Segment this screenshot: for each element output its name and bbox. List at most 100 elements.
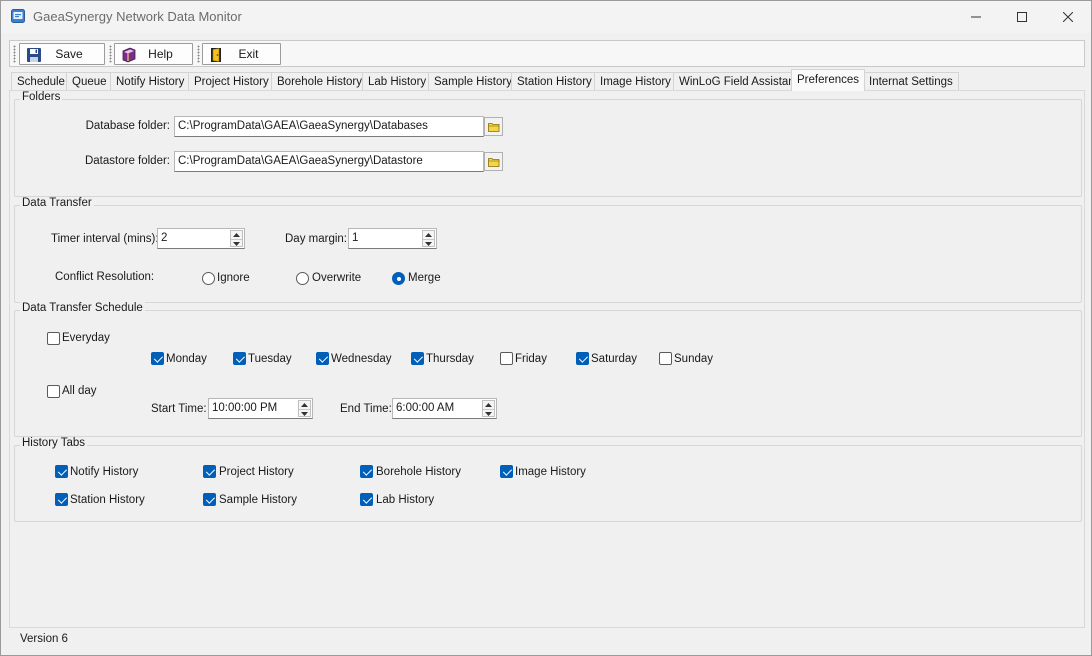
friday-label[interactable]: Friday xyxy=(515,353,547,365)
everyday-checkbox[interactable] xyxy=(47,332,60,345)
sample-history-label[interactable]: Sample History xyxy=(219,494,297,506)
close-icon xyxy=(1063,12,1073,22)
save-label: Save xyxy=(55,47,83,61)
all-day-label[interactable]: All day xyxy=(62,385,97,397)
datastore-folder-input[interactable]: C:\ProgramData\GAEA\GaeaSynergy\Datastor… xyxy=(174,151,484,172)
schedule-group: Data Transfer Schedule Everyday Monday T… xyxy=(14,302,1082,437)
tab-image-history[interactable]: Image History xyxy=(594,72,677,91)
merge-radio-label[interactable]: Merge xyxy=(408,272,441,284)
tab-notify-history[interactable]: Notify History xyxy=(110,72,191,91)
folder-icon xyxy=(487,157,499,167)
thursday-checkbox[interactable] xyxy=(411,352,424,365)
wednesday-label[interactable]: Wednesday xyxy=(331,353,392,365)
maximize-button[interactable] xyxy=(999,1,1045,33)
spin-down-icon xyxy=(425,241,432,246)
lab-history-checkbox[interactable] xyxy=(360,493,373,506)
end-time-label: End Time: xyxy=(340,403,392,415)
tab-preferences[interactable]: Preferences xyxy=(791,69,866,91)
project-history-checkbox[interactable] xyxy=(203,465,216,478)
tab-strip: Schedule Queue Notify History Project Hi… xyxy=(11,69,1091,91)
tuesday-checkbox[interactable] xyxy=(233,352,246,365)
spin-arrows[interactable] xyxy=(298,400,311,417)
monday-checkbox[interactable] xyxy=(151,352,164,365)
timer-interval-label: Timer interval (mins): xyxy=(51,233,159,245)
spin-down-icon xyxy=(233,241,240,246)
exit-button[interactable]: Exit xyxy=(202,43,281,65)
image-history-label[interactable]: Image History xyxy=(515,466,586,478)
spin-up-icon xyxy=(485,403,492,407)
everyday-label[interactable]: Everyday xyxy=(62,332,110,344)
folders-group-title: Folders xyxy=(20,91,63,103)
save-button[interactable]: Save xyxy=(19,43,105,65)
spin-down-icon xyxy=(485,411,492,416)
database-folder-label: Database folder: xyxy=(85,120,170,132)
history-tabs-group: History Tabs Notify History Project Hist… xyxy=(14,437,1082,522)
spin-up-icon xyxy=(233,233,240,237)
project-history-label[interactable]: Project History xyxy=(219,466,294,478)
start-time-picker[interactable]: 10:00:00 PM xyxy=(208,398,313,419)
tab-queue[interactable]: Queue xyxy=(66,72,113,91)
day-margin-spinner[interactable]: 1 xyxy=(348,228,437,249)
tab-borehole-history[interactable]: Borehole History xyxy=(271,72,369,91)
overwrite-radio-label[interactable]: Overwrite xyxy=(312,272,361,284)
data-transfer-group: Data Transfer Timer interval (mins): 2 D… xyxy=(14,197,1082,303)
schedule-group-title: Data Transfer Schedule xyxy=(20,302,145,314)
image-history-checkbox[interactable] xyxy=(500,465,513,478)
tab-lab-history[interactable]: Lab History xyxy=(362,72,433,91)
tab-winlog-field-assistant[interactable]: WinLoG Field Assistant xyxy=(673,72,804,91)
browse-database-button[interactable] xyxy=(484,117,503,136)
close-button[interactable] xyxy=(1045,1,1091,33)
folder-icon xyxy=(487,122,499,132)
wednesday-checkbox[interactable] xyxy=(316,352,329,365)
spin-up-icon xyxy=(425,233,432,237)
browse-datastore-button[interactable] xyxy=(484,152,503,171)
borehole-history-label[interactable]: Borehole History xyxy=(376,466,461,478)
exit-label: Exit xyxy=(238,47,259,61)
merge-radio[interactable] xyxy=(392,272,405,285)
borehole-history-checkbox[interactable] xyxy=(360,465,373,478)
version-status: Version 6 xyxy=(20,633,68,645)
spin-arrows[interactable] xyxy=(422,230,435,247)
tab-schedule[interactable]: Schedule xyxy=(11,72,71,91)
sample-history-checkbox[interactable] xyxy=(203,493,216,506)
ignore-radio-label[interactable]: Ignore xyxy=(217,272,250,284)
lab-history-label[interactable]: Lab History xyxy=(376,494,434,506)
all-day-checkbox[interactable] xyxy=(47,385,60,398)
timer-interval-spinner[interactable]: 2 xyxy=(157,228,245,249)
friday-checkbox[interactable] xyxy=(500,352,513,365)
station-history-checkbox[interactable] xyxy=(55,493,68,506)
tab-internat-settings[interactable]: Internat Settings xyxy=(863,72,959,91)
tab-sample-history[interactable]: Sample History xyxy=(428,72,518,91)
spin-up-icon xyxy=(301,403,308,407)
saturday-checkbox[interactable] xyxy=(576,352,589,365)
toolbar-grip[interactable] xyxy=(197,45,200,63)
end-time-picker[interactable]: 6:00:00 AM xyxy=(392,398,497,419)
thursday-label[interactable]: Thursday xyxy=(426,353,474,365)
help-button[interactable]: Help xyxy=(114,43,193,65)
ignore-radio[interactable] xyxy=(202,272,215,285)
day-margin-label: Day margin: xyxy=(285,233,347,245)
monday-label[interactable]: Monday xyxy=(166,353,207,365)
notify-history-checkbox[interactable] xyxy=(55,465,68,478)
sunday-label[interactable]: Sunday xyxy=(674,353,713,365)
conflict-resolution-label: Conflict Resolution: xyxy=(55,271,155,283)
tab-station-history[interactable]: Station History xyxy=(511,72,598,91)
spin-arrows[interactable] xyxy=(230,230,243,247)
tuesday-label[interactable]: Tuesday xyxy=(248,353,292,365)
sunday-checkbox[interactable] xyxy=(659,352,672,365)
station-history-label[interactable]: Station History xyxy=(70,494,145,506)
overwrite-radio[interactable] xyxy=(296,272,309,285)
toolbar-grip[interactable] xyxy=(13,45,16,63)
notify-history-label[interactable]: Notify History xyxy=(70,466,138,478)
minimize-button[interactable] xyxy=(953,1,999,33)
title-bar: GaeaSynergy Network Data Monitor xyxy=(1,1,1091,33)
window-title: GaeaSynergy Network Data Monitor xyxy=(33,9,242,24)
spin-arrows[interactable] xyxy=(482,400,495,417)
data-transfer-group-title: Data Transfer xyxy=(20,197,94,209)
tab-project-history[interactable]: Project History xyxy=(188,72,275,91)
folders-group: Folders Database folder: C:\ProgramData\… xyxy=(14,91,1082,197)
start-time-value: 10:00:00 PM xyxy=(212,402,278,414)
saturday-label[interactable]: Saturday xyxy=(591,353,637,365)
database-folder-input[interactable]: C:\ProgramData\GAEA\GaeaSynergy\Database… xyxy=(174,116,484,137)
toolbar-grip[interactable] xyxy=(109,45,112,63)
